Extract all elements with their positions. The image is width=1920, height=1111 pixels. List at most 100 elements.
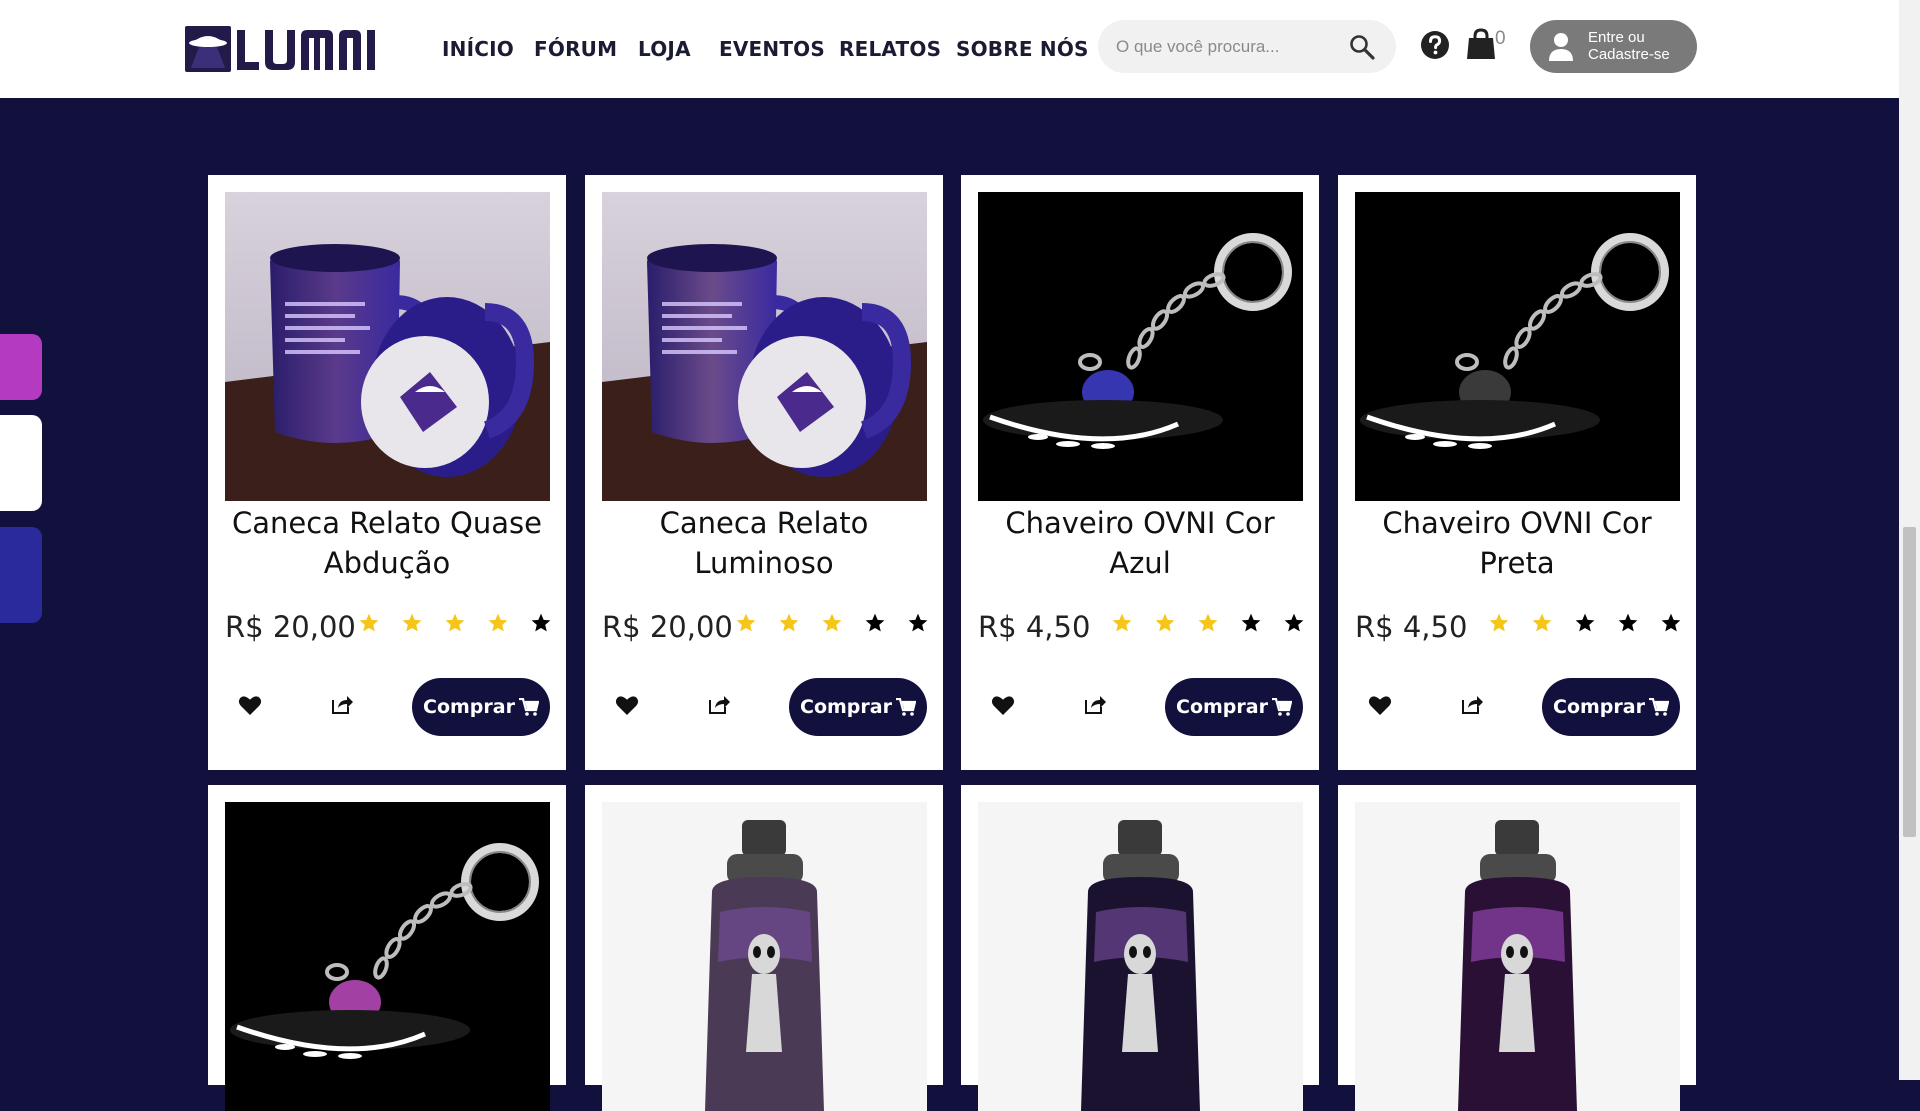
share-icon[interactable]	[1083, 693, 1107, 715]
buy-button[interactable]: Comprar	[789, 678, 927, 736]
rating-stars[interactable]	[1488, 612, 1682, 634]
product-image[interactable]	[978, 192, 1303, 501]
ufo-keychain-icon	[225, 802, 550, 1111]
product-image[interactable]	[1355, 802, 1680, 1111]
star-filled-icon[interactable]	[1111, 612, 1133, 634]
star-empty-icon[interactable]	[1240, 612, 1262, 634]
buy-button[interactable]: Comprar	[1542, 678, 1680, 736]
cart-icon	[1648, 698, 1669, 716]
product-card[interactable]	[585, 785, 943, 1111]
side-tab-blue[interactable]	[0, 527, 42, 623]
login-label-line1: Entre ou	[1588, 29, 1645, 46]
product-title[interactable]: Chaveiro OVNI Cor Azul	[971, 503, 1309, 583]
product-title-line1: Caneca Relato	[659, 506, 869, 540]
product-title[interactable]: Caneca Relato Luminoso	[595, 503, 933, 583]
heart-icon[interactable]	[991, 694, 1015, 716]
product-title[interactable]: Caneca Relato Quase Abdução	[218, 503, 556, 583]
side-tab-purple[interactable]	[0, 334, 42, 400]
search-box	[1098, 20, 1396, 73]
star-empty-icon[interactable]	[907, 612, 929, 634]
product-price: R$ 4,50	[978, 610, 1091, 644]
scrollbar-thumb[interactable]	[1903, 527, 1916, 837]
star-filled-icon[interactable]	[401, 612, 423, 634]
nav-inicio[interactable]: INÍCIO	[442, 37, 514, 61]
star-filled-icon[interactable]	[1531, 612, 1553, 634]
nav-loja[interactable]: LOJA	[638, 37, 691, 61]
star-filled-icon[interactable]	[1197, 612, 1219, 634]
product-price: R$ 4,50	[1355, 610, 1468, 644]
rating-stars[interactable]	[1111, 612, 1305, 634]
star-empty-icon[interactable]	[864, 612, 886, 634]
login-button[interactable]: Entre ou Cadastre-se	[1530, 20, 1697, 73]
product-image[interactable]	[978, 802, 1303, 1111]
product-title-line1: Chaveiro OVNI Cor	[1382, 506, 1652, 540]
product-card[interactable]	[961, 785, 1319, 1111]
star-filled-icon[interactable]	[358, 612, 380, 634]
star-empty-icon[interactable]	[1574, 612, 1596, 634]
star-filled-icon[interactable]	[778, 612, 800, 634]
product-image[interactable]	[1355, 192, 1680, 501]
product-title-line2: Preta	[1479, 546, 1555, 580]
star-filled-icon[interactable]	[1154, 612, 1176, 634]
cart-icon	[518, 698, 539, 716]
shopping-bag-icon[interactable]	[1466, 28, 1496, 60]
product-image[interactable]	[602, 802, 927, 1111]
side-tab-white[interactable]	[0, 415, 42, 511]
star-filled-icon[interactable]	[735, 612, 757, 634]
cart-count: 0	[1495, 28, 1506, 49]
mug-icon	[602, 192, 927, 501]
ufo-keychain-icon	[978, 192, 1303, 501]
product-title-line1: Chaveiro OVNI Cor	[1005, 506, 1275, 540]
product-title-line1: Caneca Relato Quase	[232, 506, 542, 540]
heart-icon[interactable]	[1368, 694, 1392, 716]
star-empty-icon[interactable]	[530, 612, 552, 634]
star-filled-icon[interactable]	[821, 612, 843, 634]
product-title[interactable]: Chaveiro OVNI Cor Preta	[1348, 503, 1686, 583]
mug-icon	[225, 192, 550, 501]
product-price: R$ 20,00	[602, 610, 733, 644]
heart-icon[interactable]	[238, 694, 262, 716]
nav-forum[interactable]: FÓRUM	[534, 37, 617, 61]
login-label-line2: Cadastre-se	[1588, 46, 1670, 63]
share-icon[interactable]	[707, 693, 731, 715]
buy-label: Comprar	[800, 696, 892, 718]
share-icon[interactable]	[330, 693, 354, 715]
search-input[interactable]	[1114, 34, 1338, 60]
star-filled-icon[interactable]	[1488, 612, 1510, 634]
star-empty-icon[interactable]	[1660, 612, 1682, 634]
share-icon[interactable]	[1460, 693, 1484, 715]
star-empty-icon[interactable]	[1283, 612, 1305, 634]
product-card[interactable]	[208, 785, 566, 1111]
cart-icon	[895, 698, 916, 716]
product-card[interactable]	[1338, 785, 1696, 1111]
product-card[interactable]: Caneca Relato Quase Abdução R$ 20,00 Com…	[208, 175, 566, 770]
nav-sobre-nos[interactable]: SOBRE NÓS	[956, 37, 1089, 61]
product-card[interactable]: Chaveiro OVNI Cor Azul R$ 4,50 Comprar	[961, 175, 1319, 770]
heart-icon[interactable]	[615, 694, 639, 716]
nav-relatos[interactable]: RELATOS	[839, 37, 941, 61]
product-image[interactable]	[225, 802, 550, 1111]
rating-stars[interactable]	[358, 612, 552, 634]
cart-icon	[1271, 698, 1292, 716]
product-image[interactable]	[225, 192, 550, 501]
ufo-keychain-icon	[1355, 192, 1680, 501]
rating-stars[interactable]	[735, 612, 929, 634]
scrollbar[interactable]	[1899, 0, 1920, 1080]
star-filled-icon[interactable]	[487, 612, 509, 634]
help-icon[interactable]	[1420, 30, 1450, 60]
buy-label: Comprar	[423, 696, 515, 718]
nav-eventos[interactable]: EVENTOS	[719, 37, 825, 61]
star-empty-icon[interactable]	[1617, 612, 1639, 634]
star-filled-icon[interactable]	[444, 612, 466, 634]
product-card[interactable]: Caneca Relato Luminoso R$ 20,00 Comprar	[585, 175, 943, 770]
lumni-logo[interactable]	[185, 24, 380, 74]
site-header: INÍCIO FÓRUM LOJA EVENTOS RELATOS SOBRE …	[0, 0, 1899, 98]
buy-button[interactable]: Comprar	[412, 678, 550, 736]
user-icon	[1549, 33, 1573, 61]
buy-button[interactable]: Comprar	[1165, 678, 1303, 736]
product-image[interactable]	[602, 192, 927, 501]
product-card[interactable]: Chaveiro OVNI Cor Preta R$ 4,50 Comprar	[1338, 175, 1696, 770]
search-icon[interactable]	[1348, 33, 1376, 61]
buy-label: Comprar	[1176, 696, 1268, 718]
product-title-line2: Luminoso	[694, 546, 834, 580]
